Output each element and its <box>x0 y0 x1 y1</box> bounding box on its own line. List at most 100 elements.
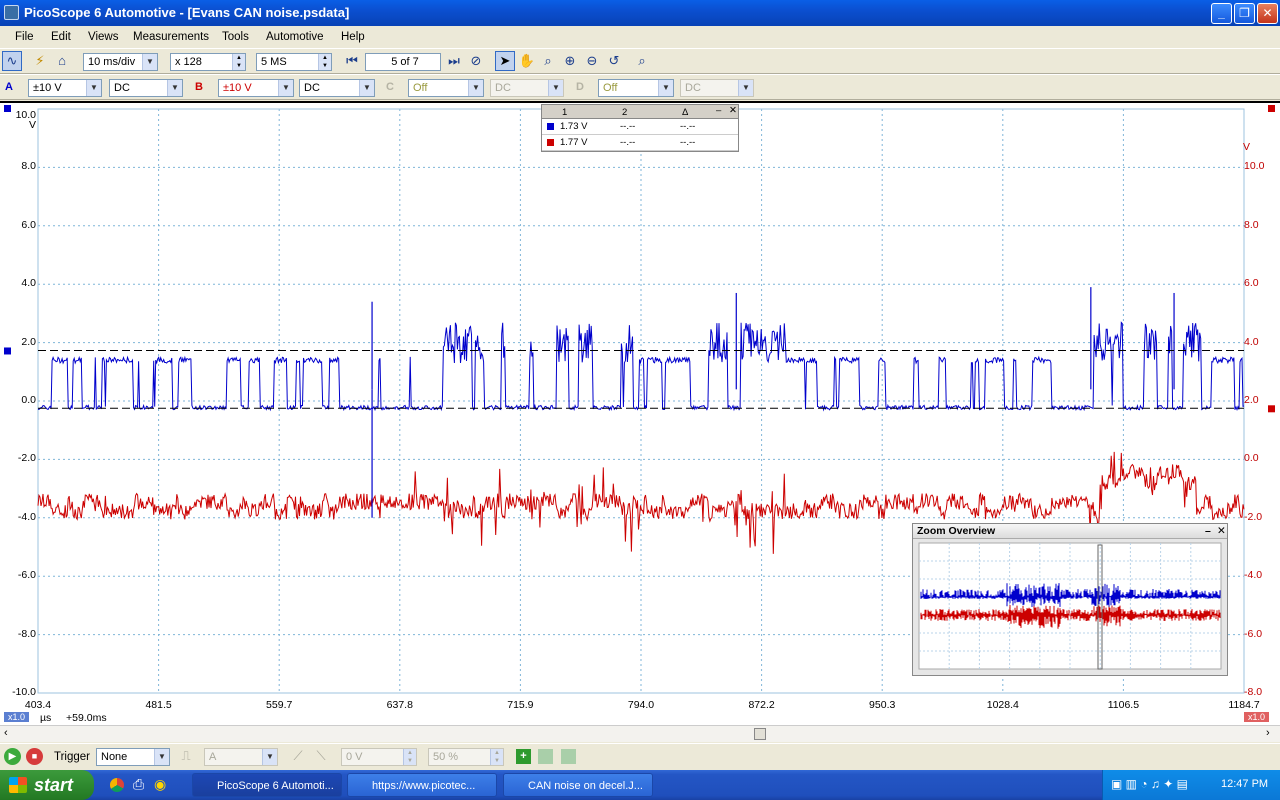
channel-c-label: C <box>386 81 394 93</box>
zoom-out-icon[interactable]: ⊖ <box>582 51 602 71</box>
media-icon[interactable]: ◉ <box>154 776 166 793</box>
y-right-tick: 10.0 <box>1244 160 1265 173</box>
zoom-spinner[interactable]: x 128 ▲ ▼ <box>170 53 246 71</box>
channel-b-range[interactable]: ±10 V ▼ <box>218 79 294 97</box>
meas-row-b: 1.77 V --.-- --.-- <box>542 135 738 151</box>
y-left-tick: 6.0 <box>21 218 36 231</box>
zoom-overview-plot[interactable] <box>913 539 1227 675</box>
channel-d-range[interactable]: Off ▼ <box>598 79 674 97</box>
meas-col-delta: Δ <box>682 107 689 118</box>
close-button[interactable]: ✕ <box>1257 3 1278 24</box>
buffer-index[interactable]: 5 of 7 <box>365 53 441 71</box>
next-buffer-icon[interactable]: ⏭ <box>444 51 464 71</box>
menu-file[interactable]: File <box>15 31 34 43</box>
tray-icons[interactable]: ▣ ▥ ◔ ♫ ✦ ▤ <box>1111 777 1188 791</box>
scope-mode-icon[interactable]: ∿ <box>2 51 22 71</box>
task-picoscope[interactable]: PicoScope 6 Automoti... <box>192 773 342 797</box>
menu-measurements[interactable]: Measurements <box>133 31 209 43</box>
scroll-right-icon[interactable]: › <box>1266 727 1270 739</box>
x-tick: 559.7 <box>266 699 293 711</box>
scroll-thumb[interactable] <box>754 728 766 740</box>
meas-b-value2: --.-- <box>620 137 636 148</box>
y-right-tick: -2.0 <box>1244 510 1263 523</box>
x-tick: 715.9 <box>507 699 534 711</box>
scroll-left-icon[interactable]: ‹ <box>4 727 8 739</box>
zoom-overview-minimize-icon[interactable]: – <box>1205 524 1211 538</box>
meas-minimize-icon[interactable]: – <box>716 105 721 116</box>
x-tick: 872.2 <box>748 699 775 711</box>
meas-a-value2: --.-- <box>620 121 636 132</box>
y-left-tick: 4.0 <box>21 277 36 290</box>
app-icon <box>4 5 19 20</box>
previous-buffer-icon[interactable]: ⏮ <box>342 51 362 71</box>
trigger-source-select: A ▼ <box>204 748 278 766</box>
task-browser[interactable]: https://www.picotec... <box>347 773 497 797</box>
remove-measurement-icon <box>538 749 553 764</box>
x-tick: 1106.5 <box>1107 699 1140 711</box>
channel-a-label: A <box>5 81 13 93</box>
zoom-overview-close-icon[interactable]: ✕ <box>1217 524 1226 538</box>
menu-help[interactable]: Help <box>341 31 365 43</box>
channel-a-coupling[interactable]: DC ▼ <box>109 79 183 97</box>
channel-b-swatch <box>547 139 554 146</box>
y-right-tick: -6.0 <box>1244 627 1263 640</box>
zoom-in-icon[interactable]: ⊕ <box>560 51 580 71</box>
undo-zoom-icon[interactable]: ↺ <box>604 51 624 71</box>
y-right-tick: -4.0 <box>1244 569 1263 582</box>
main-toolbar: ∿ ⚡ ⌂ 10 ms/div ▼ x 128 ▲ ▼ 5 MS ▲ ▼ ⏮ 5 of 7… <box>0 48 1280 74</box>
x-tick: 950.3 <box>869 699 896 711</box>
menu-automotive[interactable]: Automotive <box>266 31 324 43</box>
y-right-tick: 0.0 <box>1244 452 1259 465</box>
add-measurement-icon[interactable]: + <box>516 749 531 764</box>
y-left-tick: 8.0 <box>21 160 36 173</box>
hand-tool-icon[interactable]: ✋ <box>517 51 537 71</box>
y-left-tick: 2.0 <box>21 335 36 348</box>
timebase-select[interactable]: 10 ms/div ▼ <box>83 53 158 71</box>
ruler-measurements-panel: 1 2 Δ – ✕ 1.73 V --.-- --.-- 1.77 V --.-… <box>541 104 739 152</box>
y-left-tick: -2.0 <box>17 452 36 465</box>
lightning-icon[interactable]: ⚡ <box>30 51 50 71</box>
zoom-badge-left: x1.0 <box>4 712 30 722</box>
trigger-label: Trigger <box>54 751 90 763</box>
navigator-icon[interactable]: ⊘ <box>466 51 486 71</box>
y-right-unit: V <box>1243 141 1251 153</box>
y-right-tick: 8.0 <box>1244 218 1259 231</box>
menu-views[interactable]: Views <box>88 31 118 43</box>
home-icon[interactable]: ⌂ <box>52 51 72 71</box>
channel-c-range[interactable]: Off ▼ <box>408 79 484 97</box>
meas-row-a: 1.73 V --.-- --.-- <box>542 119 738 135</box>
y-right-tick: 4.0 <box>1244 335 1259 348</box>
y-right-tick: 2.0 <box>1244 394 1259 406</box>
maximize-button[interactable]: ❐ <box>1234 3 1255 24</box>
meas-close-icon[interactable]: ✕ <box>729 105 737 116</box>
x-tick: 637.8 <box>386 699 413 711</box>
meas-a-delta: --.-- <box>680 121 696 132</box>
y-left-tick: -4.0 <box>17 510 36 523</box>
minimize-button[interactable]: _ <box>1211 3 1232 24</box>
zoom-overview-panel[interactable]: Zoom Overview – ✕ <box>912 523 1228 676</box>
channel-c-coupling: DC ▼ <box>490 79 564 97</box>
samples-spinner[interactable]: 5 MS ▲ ▼ <box>256 53 332 71</box>
y-right-tick: 6.0 <box>1244 277 1259 290</box>
run-icon[interactable]: ▶ <box>4 748 21 765</box>
meas-col-2: 2 <box>622 107 628 118</box>
menu-edit[interactable]: Edit <box>51 31 71 43</box>
system-tray: ▣ ▥ ◔ ♫ ✦ ▤ 12:47 PM <box>1102 770 1280 800</box>
start-button[interactable]: start <box>0 770 94 800</box>
chrome-icon[interactable] <box>110 778 124 792</box>
task-image[interactable]: CAN noise on decel.J... <box>503 773 653 797</box>
time-offset: +59.0ms <box>66 712 107 724</box>
stop-icon[interactable]: ■ <box>26 748 43 765</box>
channel-b-coupling[interactable]: DC ▼ <box>299 79 375 97</box>
explorer-icon[interactable]: ⎙ <box>133 776 144 793</box>
y-left-tick: 0.0 <box>21 394 36 406</box>
zoom-area-icon[interactable]: ⌕ <box>538 51 558 71</box>
x-tick: 1184.7 <box>1228 699 1260 711</box>
channel-a-range[interactable]: ±10 V ▼ <box>28 79 102 97</box>
trigger-mode-select[interactable]: None ▼ <box>96 748 170 766</box>
y-left-tick: -8.0 <box>17 627 36 640</box>
select-pointer-icon[interactable]: ➤ <box>495 51 515 71</box>
zoom-fit-icon[interactable]: ⌕ <box>632 51 652 71</box>
menu-tools[interactable]: Tools <box>222 31 249 43</box>
horizontal-scrollbar[interactable]: ‹ › <box>0 725 1280 742</box>
